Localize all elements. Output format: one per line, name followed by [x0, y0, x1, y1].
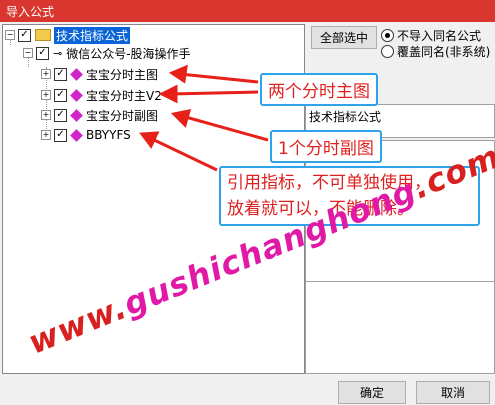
formula-icon: [70, 128, 83, 142]
tree-root-label: 技术指标公式: [54, 26, 131, 44]
expand-icon[interactable]: +: [41, 69, 51, 79]
tree-item[interactable]: + ✓ 宝宝分时主图: [41, 65, 158, 83]
radio-skip-duplicates[interactable]: 不导入同名公式: [381, 27, 481, 44]
group-checkbox[interactable]: ✓: [36, 46, 49, 60]
radio-icon[interactable]: [381, 29, 394, 42]
tree-group-node[interactable]: − ✓ ⊸ 微信公众号-股海操作手: [23, 44, 191, 62]
item-checkbox[interactable]: ✓: [54, 67, 67, 81]
annotation-callout-2: 1个分时副图: [270, 130, 382, 163]
expand-icon[interactable]: +: [41, 130, 51, 140]
formula-icon: [70, 108, 83, 122]
key-icon: ⊸: [53, 46, 63, 60]
collapse-icon[interactable]: −: [5, 30, 15, 40]
formula-icon: [70, 67, 83, 81]
title-bar: 导入公式: [0, 0, 495, 22]
panel-header: 技术指标公式: [309, 110, 382, 124]
tree-item-label: 宝宝分时副图: [86, 108, 159, 123]
folder-icon: [35, 29, 51, 41]
tree-item-label: 宝宝分时主图: [86, 67, 159, 82]
collapse-icon[interactable]: −: [23, 48, 33, 58]
tree-item[interactable]: + ✓ 宝宝分时副图: [41, 106, 158, 124]
select-all-button[interactable]: 全部选中: [311, 26, 377, 49]
radio-icon[interactable]: [381, 45, 394, 58]
panel-divider: [306, 281, 494, 282]
item-checkbox[interactable]: ✓: [54, 88, 67, 102]
radio-label: 覆盖同名(非系统): [397, 45, 491, 59]
ok-button[interactable]: 确定: [338, 381, 406, 404]
root-checkbox[interactable]: ✓: [18, 28, 31, 42]
radio-overwrite[interactable]: 覆盖同名(非系统): [381, 43, 490, 60]
expand-icon[interactable]: +: [41, 90, 51, 100]
tree-group-label: 微信公众号-股海操作手: [66, 46, 191, 61]
tree-item-label: 宝宝分时主V2: [86, 88, 162, 103]
item-checkbox[interactable]: ✓: [54, 128, 67, 142]
expand-icon[interactable]: +: [41, 110, 51, 120]
cancel-button[interactable]: 取消: [416, 381, 490, 404]
radio-label: 不导入同名公式: [397, 29, 482, 43]
tree-item-label: BBYYFS: [86, 128, 131, 142]
tree-item[interactable]: + ✓ 宝宝分时主V2: [41, 86, 162, 104]
tree-root-node[interactable]: − ✓ 技术指标公式: [5, 26, 131, 44]
formula-icon: [70, 88, 83, 102]
item-checkbox[interactable]: ✓: [54, 108, 67, 122]
window-title: 导入公式: [6, 5, 55, 19]
tree-item[interactable]: + ✓ BBYYFS: [41, 126, 131, 144]
annotation-callout-1: 两个分时主图: [260, 73, 378, 106]
